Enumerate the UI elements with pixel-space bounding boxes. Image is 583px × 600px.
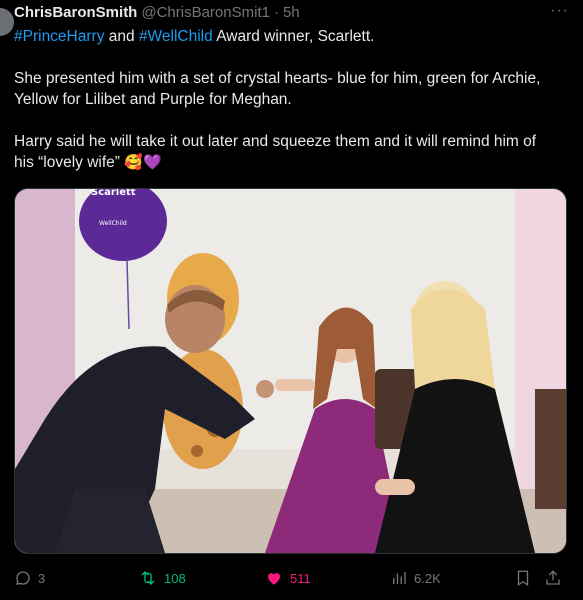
tweet-paragraph-2: She presented him with a set of crystal …: [14, 70, 541, 108]
tweet-line-1-rest: Award winner, Scarlett.: [212, 28, 375, 45]
separator-dot: ·: [273, 4, 279, 21]
text-and: and: [104, 28, 139, 45]
heart-icon: [268, 573, 280, 585]
author-handle[interactable]: @ChrisBaronSmit1: [141, 3, 270, 23]
more-options-icon[interactable]: ···: [550, 1, 569, 21]
share-icon: [546, 570, 560, 585]
tweet-paragraph-1: #PrinceHarry and #WellChild Award winner…: [14, 26, 559, 47]
like-button[interactable]: 511: [264, 569, 311, 587]
hashtag-prince-harry[interactable]: #PrinceHarry: [14, 28, 104, 45]
views-icon: [393, 572, 406, 584]
retweet-count: 108: [164, 570, 186, 586]
like-count: 511: [290, 570, 311, 586]
retweet-icon: [141, 571, 155, 585]
tweet-text: #PrinceHarry and #WellChild Award winner…: [14, 26, 559, 173]
reply-count: 3: [38, 570, 46, 586]
bookmark-icon: [517, 570, 529, 587]
author-avatar[interactable]: [0, 8, 14, 36]
retweet-button[interactable]: 108: [138, 569, 186, 587]
balloon-text-wellchild: WellChild: [99, 220, 127, 227]
reply-icon: [16, 571, 30, 585]
tweet-header: ChrisBaronSmith @ChrisBaronSmit1 · 5h ··…: [14, 1, 569, 23]
tweet-paragraph-3: Harry said he will take it out later and…: [14, 131, 559, 173]
reply-button[interactable]: 3: [14, 569, 45, 587]
views-count: 6.2K: [414, 570, 441, 586]
bookmark-button[interactable]: [514, 569, 532, 587]
emoji-heart-face-purple-heart: 🥰💜: [124, 154, 162, 171]
author-name[interactable]: ChrisBaronSmith: [14, 3, 137, 23]
timestamp[interactable]: 5h: [283, 3, 300, 23]
tweet-paragraph-3-text: Harry said he will take it out later and…: [14, 133, 537, 171]
share-button[interactable]: [544, 569, 562, 587]
tweet-photo[interactable]: Scarlett WellChild: [14, 188, 567, 554]
views-button[interactable]: 6.2K: [390, 569, 441, 587]
photo-illustration: Scarlett WellChild: [15, 189, 566, 553]
balloon-text-scarlett: Scarlett: [91, 189, 136, 198]
hashtag-wellchild[interactable]: #WellChild: [139, 28, 213, 45]
action-bar: 3 108 511 6.2K: [14, 566, 569, 590]
